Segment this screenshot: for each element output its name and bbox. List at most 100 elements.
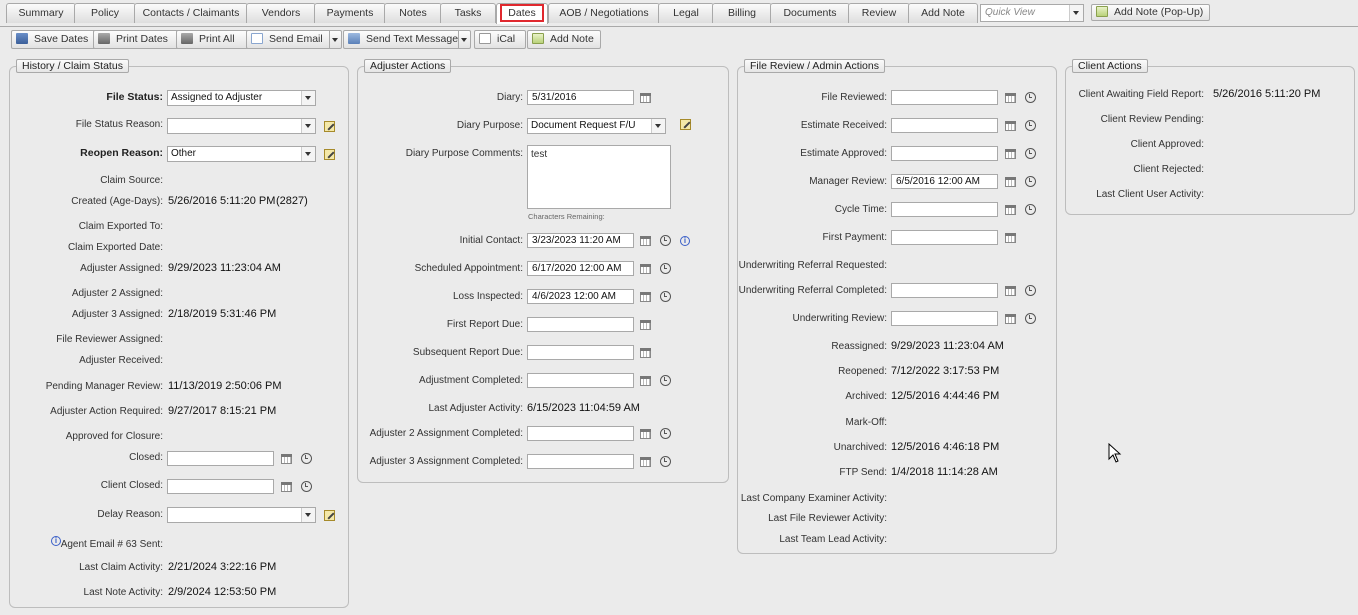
tab-vendors[interactable]: Vendors [246, 3, 316, 23]
add-note-label: Add Note [550, 33, 594, 45]
quick-view-select[interactable]: Quick View [980, 4, 1084, 22]
calendar-icon[interactable] [1005, 149, 1016, 159]
initial-contact-input[interactable]: 3/23/2023 11:20 AM [527, 233, 634, 248]
edit-icon[interactable] [324, 149, 335, 160]
calendar-icon[interactable] [1005, 205, 1016, 215]
edit-icon[interactable] [324, 510, 335, 521]
alarm-clock-icon[interactable] [660, 456, 671, 467]
calendar-icon[interactable] [640, 320, 651, 330]
adjustment-completed-input[interactable] [527, 373, 634, 388]
chevron-down-icon[interactable] [651, 119, 665, 133]
edit-icon[interactable] [324, 121, 335, 132]
alarm-clock-icon[interactable] [1025, 285, 1036, 296]
closed-date-input[interactable] [167, 451, 274, 466]
calendar-icon[interactable] [1005, 177, 1016, 187]
tab-billing[interactable]: Billing [712, 3, 772, 23]
alarm-clock-icon[interactable] [660, 375, 671, 386]
adjuster2-completed-input[interactable] [527, 426, 634, 441]
tab-add-note[interactable]: Add Note [908, 3, 978, 23]
diary-comments-textarea[interactable]: test [527, 145, 671, 209]
tab-notes[interactable]: Notes [384, 3, 442, 23]
cycle-time-input[interactable] [891, 202, 998, 217]
add-note-popup-button[interactable]: Add Note (Pop-Up) [1091, 4, 1211, 21]
first-payment-input[interactable] [891, 230, 998, 245]
tab-dates[interactable]: Dates [496, 3, 548, 24]
tab-tasks[interactable]: Tasks [440, 3, 496, 23]
calendar-icon[interactable] [1005, 121, 1016, 131]
adjuster3-completed-input[interactable] [527, 454, 634, 469]
calendar-icon[interactable] [640, 236, 651, 246]
send-text-message-button[interactable]: Send Text Message [343, 30, 471, 49]
diary-purpose-select[interactable]: Document Request F/U [527, 118, 666, 134]
estimate-received-input[interactable] [891, 118, 998, 133]
calendar-icon[interactable] [640, 93, 651, 103]
alarm-clock-icon[interactable] [660, 263, 671, 274]
subsequent-report-due-input[interactable] [527, 345, 634, 360]
alarm-clock-icon[interactable] [301, 453, 312, 464]
scheduled-appointment-input[interactable]: 6/17/2020 12:00 AM [527, 261, 634, 276]
calendar-icon[interactable] [640, 348, 651, 358]
add-note-button[interactable]: Add Note [527, 30, 601, 49]
file-status-reason-select[interactable] [167, 118, 316, 134]
tab-summary[interactable]: Summary [6, 3, 76, 23]
estimate-approved-input[interactable] [891, 146, 998, 161]
calendar-icon[interactable] [640, 457, 651, 467]
edit-icon[interactable] [680, 119, 691, 130]
alarm-clock-icon[interactable] [1025, 92, 1036, 103]
calendar-icon[interactable] [640, 264, 651, 274]
calendar-icon[interactable] [1005, 233, 1016, 243]
alarm-clock-icon[interactable] [1025, 148, 1036, 159]
info-icon[interactable]: i [680, 236, 690, 246]
calendar-icon[interactable] [640, 429, 651, 439]
chevron-down-icon[interactable] [301, 119, 315, 133]
alarm-clock-icon[interactable] [660, 291, 671, 302]
tab-documents[interactable]: Documents [770, 3, 850, 23]
save-dates-button[interactable]: Save Dates [11, 30, 98, 49]
tab-payments[interactable]: Payments [314, 3, 386, 23]
reopen-reason-select[interactable]: Other [167, 146, 316, 162]
chevron-down-icon[interactable] [301, 147, 315, 161]
tab-legal[interactable]: Legal [658, 3, 714, 23]
print-dates-button[interactable]: Print Dates [93, 30, 180, 49]
alarm-clock-icon[interactable] [660, 235, 671, 246]
alarm-clock-icon[interactable] [660, 428, 671, 439]
tab-contacts[interactable]: Contacts / Claimants [134, 3, 248, 23]
tab-label: Review [861, 7, 897, 19]
manager-review-input[interactable]: 6/5/2016 12:00 AM [891, 174, 998, 189]
chevron-down-icon[interactable] [301, 508, 315, 522]
chevron-down-icon[interactable] [329, 31, 341, 48]
print-all-button[interactable]: Print All [176, 30, 250, 49]
send-email-button[interactable]: Send Email [246, 30, 342, 49]
calendar-icon[interactable] [281, 454, 292, 464]
client-closed-date-input[interactable] [167, 479, 274, 494]
alarm-clock-icon[interactable] [1025, 204, 1036, 215]
file-status-select[interactable]: Assigned to Adjuster [167, 90, 316, 106]
uw-referral-requested-label: Underwriting Referral Requested: [738, 260, 887, 271]
chevron-down-icon[interactable] [301, 91, 315, 105]
calendar-icon[interactable] [640, 292, 651, 302]
diary-date-input[interactable]: 5/31/2016 [527, 90, 634, 105]
calendar-icon[interactable] [1005, 286, 1016, 296]
calendar-icon[interactable] [281, 482, 292, 492]
calendar-icon[interactable] [1005, 93, 1016, 103]
tab-aob-negotiations[interactable]: AOB / Negotiations [548, 3, 660, 23]
info-icon[interactable]: i [51, 536, 61, 546]
ical-button[interactable]: iCal [474, 30, 526, 49]
tab-review[interactable]: Review [848, 3, 910, 23]
chevron-down-icon[interactable] [458, 31, 470, 48]
first-report-due-input[interactable] [527, 317, 634, 332]
tab-policy[interactable]: Policy [74, 3, 136, 23]
alarm-clock-icon[interactable] [1025, 176, 1036, 187]
uw-referral-completed-input[interactable] [891, 283, 998, 298]
calendar-icon[interactable] [640, 376, 651, 386]
alarm-clock-icon[interactable] [1025, 120, 1036, 131]
uw-review-input[interactable] [891, 311, 998, 326]
delay-reason-select[interactable] [167, 507, 316, 523]
chevron-down-icon[interactable] [1069, 5, 1083, 21]
calendar-icon[interactable] [1005, 314, 1016, 324]
alarm-clock-icon[interactable] [1025, 313, 1036, 324]
file-reviewed-input[interactable] [891, 90, 998, 105]
ftp-send-value: 1/4/2018 11:14:28 AM [891, 466, 998, 478]
alarm-clock-icon[interactable] [301, 481, 312, 492]
loss-inspected-input[interactable]: 4/6/2023 12:00 AM [527, 289, 634, 304]
